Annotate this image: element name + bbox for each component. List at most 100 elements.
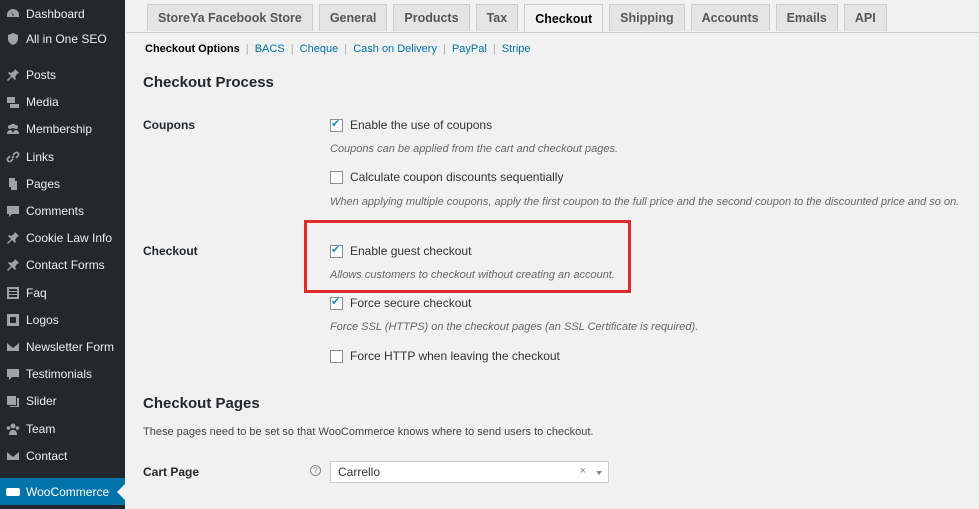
tab-checkout[interactable]: Checkout bbox=[524, 4, 604, 32]
tab-storeya-facebook-store[interactable]: StoreYa Facebook Store bbox=[147, 4, 313, 31]
link-icon bbox=[0, 150, 26, 164]
pages-icon bbox=[0, 177, 26, 191]
media-icon bbox=[0, 95, 26, 109]
sequential-coupons-option[interactable]: Calculate coupon discounts sequentially bbox=[330, 170, 563, 184]
tab-tax[interactable]: Tax bbox=[475, 4, 519, 31]
sidebar-item-contact[interactable]: Contact bbox=[0, 442, 125, 469]
cart-page-select[interactable]: Carrello × bbox=[330, 461, 609, 483]
sidebar-item-links[interactable]: Links bbox=[0, 143, 125, 170]
sequential-coupons-label: Calculate coupon discounts sequentially bbox=[350, 170, 564, 184]
tab-api[interactable]: API bbox=[843, 4, 887, 31]
sidebar-item-label: Posts bbox=[26, 67, 57, 82]
sidebar-item-label: Pages bbox=[26, 176, 61, 191]
sidebar-item-team[interactable]: Team bbox=[0, 415, 125, 442]
enable-coupons-label: Enable the use of coupons bbox=[350, 118, 493, 132]
woo-icon bbox=[0, 485, 26, 499]
team-icon bbox=[0, 422, 26, 436]
pin-icon bbox=[0, 258, 26, 272]
sequential-coupons-description: When applying multiple coupons, apply th… bbox=[330, 196, 960, 208]
comment-icon bbox=[0, 204, 26, 218]
sidebar-item-label: Testimonials bbox=[26, 366, 93, 381]
checkout-pages-description: These pages need to be set so that WooCo… bbox=[143, 426, 594, 438]
checkout-label: Checkout bbox=[143, 244, 198, 258]
dashboard-icon bbox=[0, 7, 26, 21]
force-http-label: Force HTTP when leaving the checkout bbox=[350, 349, 560, 363]
checkout-subnav: Checkout Options | BACS | Cheque | Cash … bbox=[145, 43, 531, 55]
sidebar-item-membership[interactable]: Membership bbox=[0, 115, 125, 142]
sidebar-item-pages[interactable]: Pages bbox=[0, 170, 125, 197]
secure-checkout-label: Force secure checkout bbox=[350, 296, 472, 310]
subnav-link-cheque[interactable]: Cheque bbox=[300, 43, 339, 55]
pin-icon bbox=[0, 68, 26, 82]
tab-general[interactable]: General bbox=[318, 4, 388, 31]
sidebar-item-dashboard[interactable]: Dashboard bbox=[0, 0, 125, 27]
coupons-label: Coupons bbox=[143, 118, 195, 132]
enable-coupons-option[interactable]: Enable the use of coupons bbox=[330, 117, 493, 132]
sidebar-item-all-in-one-seo[interactable]: All in One SEO bbox=[0, 25, 125, 52]
sidebar-item-label: WooCommerce bbox=[26, 484, 110, 499]
secure-checkout-description: Force SSL (HTTPS) on the checkout pages … bbox=[330, 321, 699, 333]
sidebar-item-newsletter-form[interactable]: Newsletter Form bbox=[0, 333, 125, 360]
sidebar-item-faq[interactable]: Faq bbox=[0, 279, 125, 306]
mail-icon bbox=[0, 449, 26, 463]
comment-icon bbox=[0, 367, 26, 381]
sequential-coupons-checkbox[interactable] bbox=[330, 170, 343, 184]
settings-tabs: StoreYa Facebook Store General Products Tax… bbox=[147, 4, 887, 32]
clear-selection-icon[interactable]: × bbox=[580, 465, 586, 477]
secure-checkout-checkbox[interactable] bbox=[330, 295, 343, 310]
subnav-link-stripe[interactable]: Stripe bbox=[502, 43, 531, 55]
sidebar-item-label: Contact bbox=[26, 448, 68, 463]
sidebar-item-testimonials[interactable]: Testimonials bbox=[0, 360, 125, 387]
force-http-checkbox[interactable] bbox=[330, 349, 343, 363]
sidebar-item-slider[interactable]: Slider bbox=[0, 387, 125, 414]
mail-icon bbox=[0, 340, 26, 354]
sidebar-item-woocommerce[interactable]: WooCommerce bbox=[0, 478, 125, 505]
sidebar-item-label: All in One SEO bbox=[26, 31, 107, 46]
tab-shipping[interactable]: Shipping bbox=[609, 4, 685, 31]
sidebar-item-label: Media bbox=[26, 94, 59, 109]
slider-icon bbox=[0, 394, 26, 408]
membership-icon bbox=[0, 122, 26, 136]
list-icon bbox=[0, 286, 26, 300]
subnav-separator: | bbox=[443, 43, 446, 55]
enable-coupons-checkbox[interactable] bbox=[330, 117, 343, 132]
admin-sidebar: Dashboard All in One SEO Posts Media Members… bbox=[0, 0, 125, 509]
tab-divider bbox=[127, 32, 979, 33]
help-icon[interactable]: ? bbox=[310, 465, 321, 476]
sidebar-item-label: Comments bbox=[26, 203, 85, 218]
sidebar-item-media[interactable]: Media bbox=[0, 88, 125, 115]
subnav-link-bacs[interactable]: BACS bbox=[255, 43, 285, 55]
sidebar-item-label: Membership bbox=[26, 121, 93, 136]
tab-products[interactable]: Products bbox=[393, 4, 470, 31]
sidebar-item-logos[interactable]: Logos bbox=[0, 306, 125, 333]
sidebar-item-contact-forms[interactable]: Contact Forms bbox=[0, 251, 125, 278]
sidebar-item-label: Cookie Law Info bbox=[26, 230, 113, 245]
sidebar-item-posts[interactable]: Posts bbox=[0, 61, 125, 88]
tab-accounts[interactable]: Accounts bbox=[690, 4, 770, 31]
cart-page-value: Carrello bbox=[338, 465, 381, 479]
sidebar-item-label: Team bbox=[26, 421, 56, 436]
sidebar-item-comments[interactable]: Comments bbox=[0, 197, 125, 224]
enable-coupons-description: Coupons can be applied from the cart and… bbox=[330, 143, 619, 155]
subnav-link-paypal[interactable]: PayPal bbox=[452, 43, 487, 55]
active-indicator bbox=[117, 483, 125, 500]
subnav-separator: | bbox=[290, 43, 294, 55]
subnav-separator: | bbox=[245, 43, 249, 55]
cart-page-label: Cart Page bbox=[143, 465, 200, 479]
sidebar-item-cookie-law-info[interactable]: Cookie Law Info bbox=[0, 224, 125, 251]
sidebar-item-label: Faq bbox=[26, 285, 47, 300]
force-http-option[interactable]: Force HTTP when leaving the checkout bbox=[330, 349, 560, 363]
shield-icon bbox=[0, 32, 26, 46]
checkout-pages-heading: Checkout Pages bbox=[143, 395, 260, 412]
tab-emails[interactable]: Emails bbox=[775, 4, 838, 31]
secure-checkout-option[interactable]: Force secure checkout bbox=[330, 295, 472, 310]
sidebar-item-label: Links bbox=[26, 149, 55, 164]
pin-icon bbox=[0, 231, 26, 245]
sidebar-item-label: Dashboard bbox=[26, 6, 85, 21]
subnav-separator: | bbox=[344, 43, 348, 55]
sidebar-item-label: Contact Forms bbox=[26, 257, 105, 272]
subnav-link-cod[interactable]: Cash on Delivery bbox=[353, 43, 437, 55]
chevron-down-icon[interactable] bbox=[596, 471, 602, 475]
checkout-process-heading: Checkout Process bbox=[143, 74, 274, 91]
sidebar-item-label: Slider bbox=[26, 393, 57, 408]
